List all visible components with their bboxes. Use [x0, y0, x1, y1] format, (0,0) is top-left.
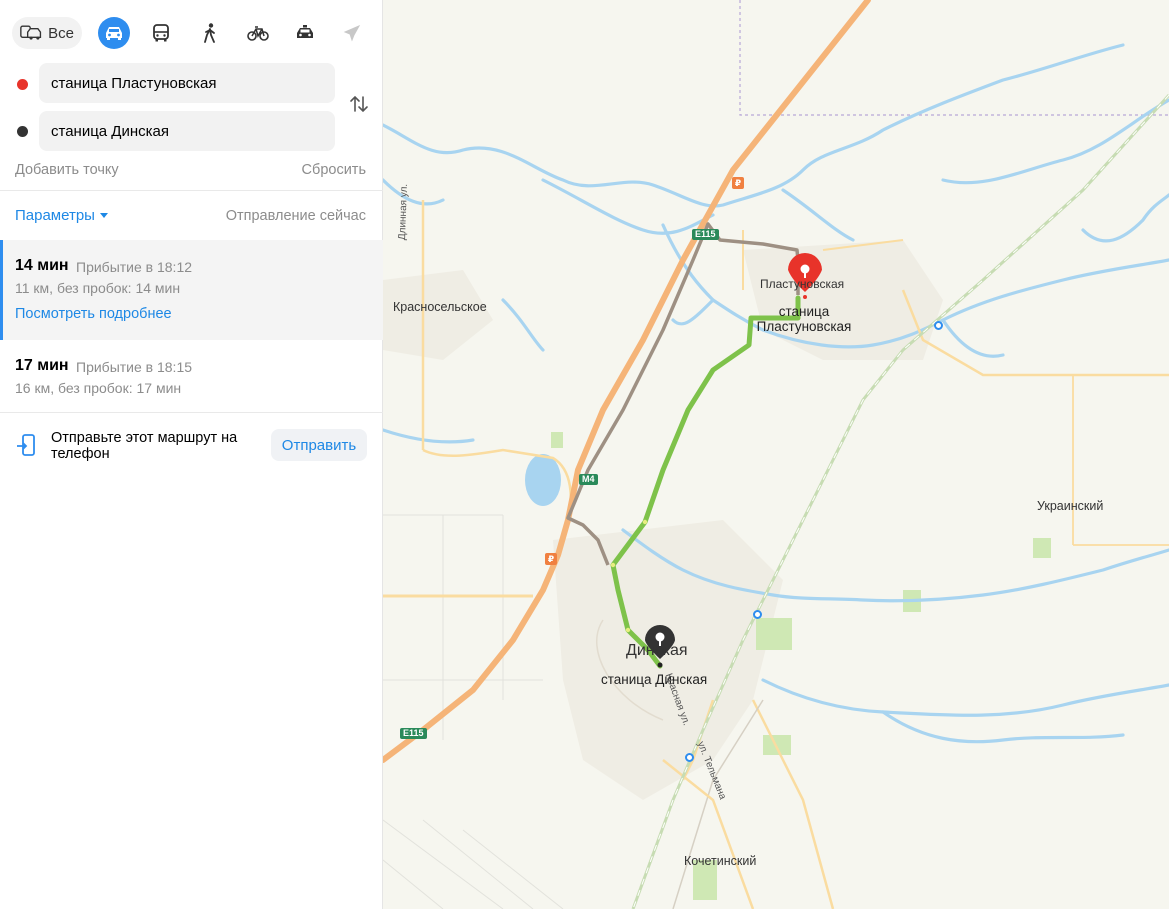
plane-icon [343, 24, 361, 42]
toll-icon: ₽ [545, 553, 557, 565]
mode-all-button[interactable]: Все [12, 17, 82, 49]
car-icon [106, 27, 122, 40]
railway-station-icon[interactable] [934, 321, 943, 330]
map-label-krasnoselskoe: Красносельское [393, 300, 487, 314]
send-to-phone-icon [17, 434, 35, 456]
route-option-2[interactable]: 17 мин Прибытие в 18:15 16 км, без пробо… [0, 341, 383, 411]
send-route-text: Отправьте этот маршрут на телефон [51, 430, 238, 462]
map-label-dinskaya-station: станица Динская [601, 672, 708, 687]
map-label-plastunovskaya: Пластуновская [760, 277, 845, 291]
bus-icon [153, 24, 169, 42]
taxi-icon [297, 25, 313, 38]
bicycle-icon [247, 26, 269, 41]
end-point-dot [17, 126, 28, 137]
road-shield-e115: E115 [400, 728, 427, 739]
map-view[interactable]: Красносельское Пластуновская станица Пла… [383, 0, 1169, 909]
map-label-ukrainsky: Украинский [1037, 499, 1104, 513]
mode-all-label: Все [48, 24, 74, 42]
route-distance: 16 км, без пробок: 17 мин [15, 380, 182, 396]
params-dropdown[interactable]: Параметры [15, 207, 108, 224]
railway-station-icon[interactable] [753, 610, 762, 619]
chevron-down-icon [99, 213, 108, 218]
route-arrival: Прибытие в 18:12 [76, 259, 193, 275]
mode-plane-button[interactable] [336, 17, 368, 49]
add-point-link[interactable]: Добавить точку [15, 162, 119, 178]
divider [0, 412, 383, 413]
mode-taxi-button[interactable] [289, 17, 321, 49]
toll-icon: ₽ [732, 177, 744, 189]
send-button[interactable]: Отправить [271, 429, 367, 461]
divider [0, 190, 383, 191]
pedestrian-icon [204, 23, 215, 43]
mode-walk-button[interactable] [194, 17, 226, 49]
route-duration: 17 мин [15, 357, 69, 374]
transport-mode-bar: Все [12, 17, 372, 49]
from-field[interactable]: станица Пластуновская [39, 63, 335, 103]
route-panel: Все станица Пластуновская станица Динска… [0, 0, 383, 909]
reset-link[interactable]: Сбросить [302, 162, 366, 178]
map-label-plastunovskaya-station: станица Пластуновская [756, 304, 852, 334]
map-label-dinskaya: Динская [626, 642, 688, 659]
road-shield-e115: E115 [692, 229, 719, 240]
street-label-dlinnaya: Длинная ул. [397, 183, 410, 241]
railway-station-icon[interactable] [685, 753, 694, 762]
mode-transit-button[interactable] [145, 17, 177, 49]
road-shield-m4: M4 [579, 474, 598, 485]
map-label-kochetinsky: Кочетинский [684, 854, 757, 868]
map-canvas [383, 0, 1169, 909]
route-duration: 14 мин [15, 257, 69, 274]
to-field[interactable]: станица Динская [39, 111, 335, 151]
mode-car-button[interactable] [98, 17, 130, 49]
route-details-link[interactable]: Посмотреть подробнее [15, 306, 172, 322]
departure-time-link[interactable]: Отправление сейчас [226, 208, 366, 224]
route-distance: 11 км, без пробок: 14 мин [15, 280, 181, 296]
route-arrival: Прибытие в 18:15 [76, 359, 193, 375]
lake [525, 454, 561, 506]
route-option-1[interactable]: 14 мин Прибытие в 18:12 11 км, без пробо… [0, 240, 383, 340]
params-label: Параметры [15, 207, 95, 224]
car-bus-icon [20, 25, 42, 40]
settlement-areas [383, 240, 943, 800]
mode-bike-button[interactable] [242, 17, 274, 49]
swap-points-icon[interactable] [348, 93, 370, 115]
start-point-dot [17, 79, 28, 90]
field-grid [383, 514, 564, 909]
